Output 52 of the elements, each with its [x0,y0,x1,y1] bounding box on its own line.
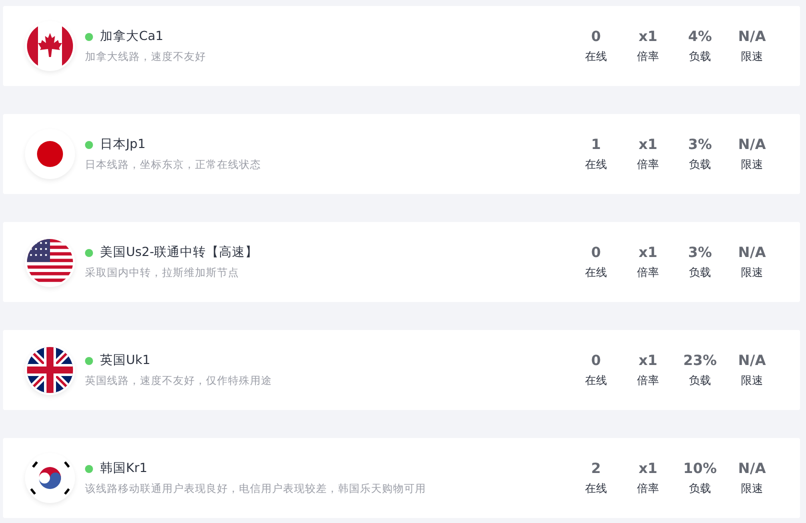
server-name: 美国Us2-联通中转【高速】 [100,244,258,261]
stat-value: 10% [683,460,717,476]
stat-label: 倍率 [637,480,659,496]
stat-value: x1 [638,460,658,476]
server-name: 加拿大Ca1 [100,28,164,45]
stat-value: N/A [738,136,766,152]
server-name: 日本Jp1 [100,136,146,153]
stat-value: 4% [688,28,712,44]
stat-value: x1 [638,352,658,368]
stat-value: x1 [638,244,658,260]
stat-value: x1 [638,28,658,44]
server-name: 英国Uk1 [100,352,150,369]
server-name: 韩国Kr1 [100,460,148,477]
server-description: 该线路移动联通用户表现良好，电信用户表现较差，韩国乐天购物可用 [85,482,427,496]
server-description: 日本线路，坐标东京，正常在线状态 [85,158,262,172]
stat-label: 倍率 [637,264,659,280]
stat-value: 3% [688,136,712,152]
stat-label: 负载 [689,156,711,172]
stat-label: 在线 [585,480,607,496]
server-description: 采取国内中转，拉斯维加斯节点 [85,266,240,280]
server-description: 加拿大线路，速度不友好 [85,50,207,64]
stat-label: 在线 [585,156,607,172]
stat-label: 限速 [741,156,763,172]
stat-label: 倍率 [637,48,659,64]
stars-stripes-flag-icon [27,239,73,285]
stat-label: 限速 [741,48,763,64]
stat-label: 负载 [689,48,711,64]
stat-label: 倍率 [637,156,659,172]
stat-label: 在线 [585,48,607,64]
stat-label: 限速 [741,264,763,280]
stat-value: N/A [738,352,766,368]
stat-value: 23% [683,352,717,368]
stat-value: N/A [738,460,766,476]
stat-label: 负载 [689,264,711,280]
server-description: 英国线路，速度不友好，仅作特殊用途 [85,374,273,388]
stat-value: N/A [738,244,766,260]
stat-label: 在线 [585,372,607,388]
stat-label: 负载 [689,480,711,496]
stat-value: 0 [591,352,601,368]
stat-value: 1 [591,136,601,152]
stat-label: 负载 [689,372,711,388]
stat-label: 限速 [741,372,763,388]
stat-label: 倍率 [637,372,659,388]
stat-value: 0 [591,28,601,44]
stat-value: N/A [738,28,766,44]
stat-value: 0 [591,244,601,260]
stat-value: 2 [591,460,601,476]
stat-value: x1 [638,136,658,152]
stat-value: 3% [688,244,712,260]
stat-label: 在线 [585,264,607,280]
union-cross-flag-icon [27,347,73,393]
stat-label: 限速 [741,480,763,496]
